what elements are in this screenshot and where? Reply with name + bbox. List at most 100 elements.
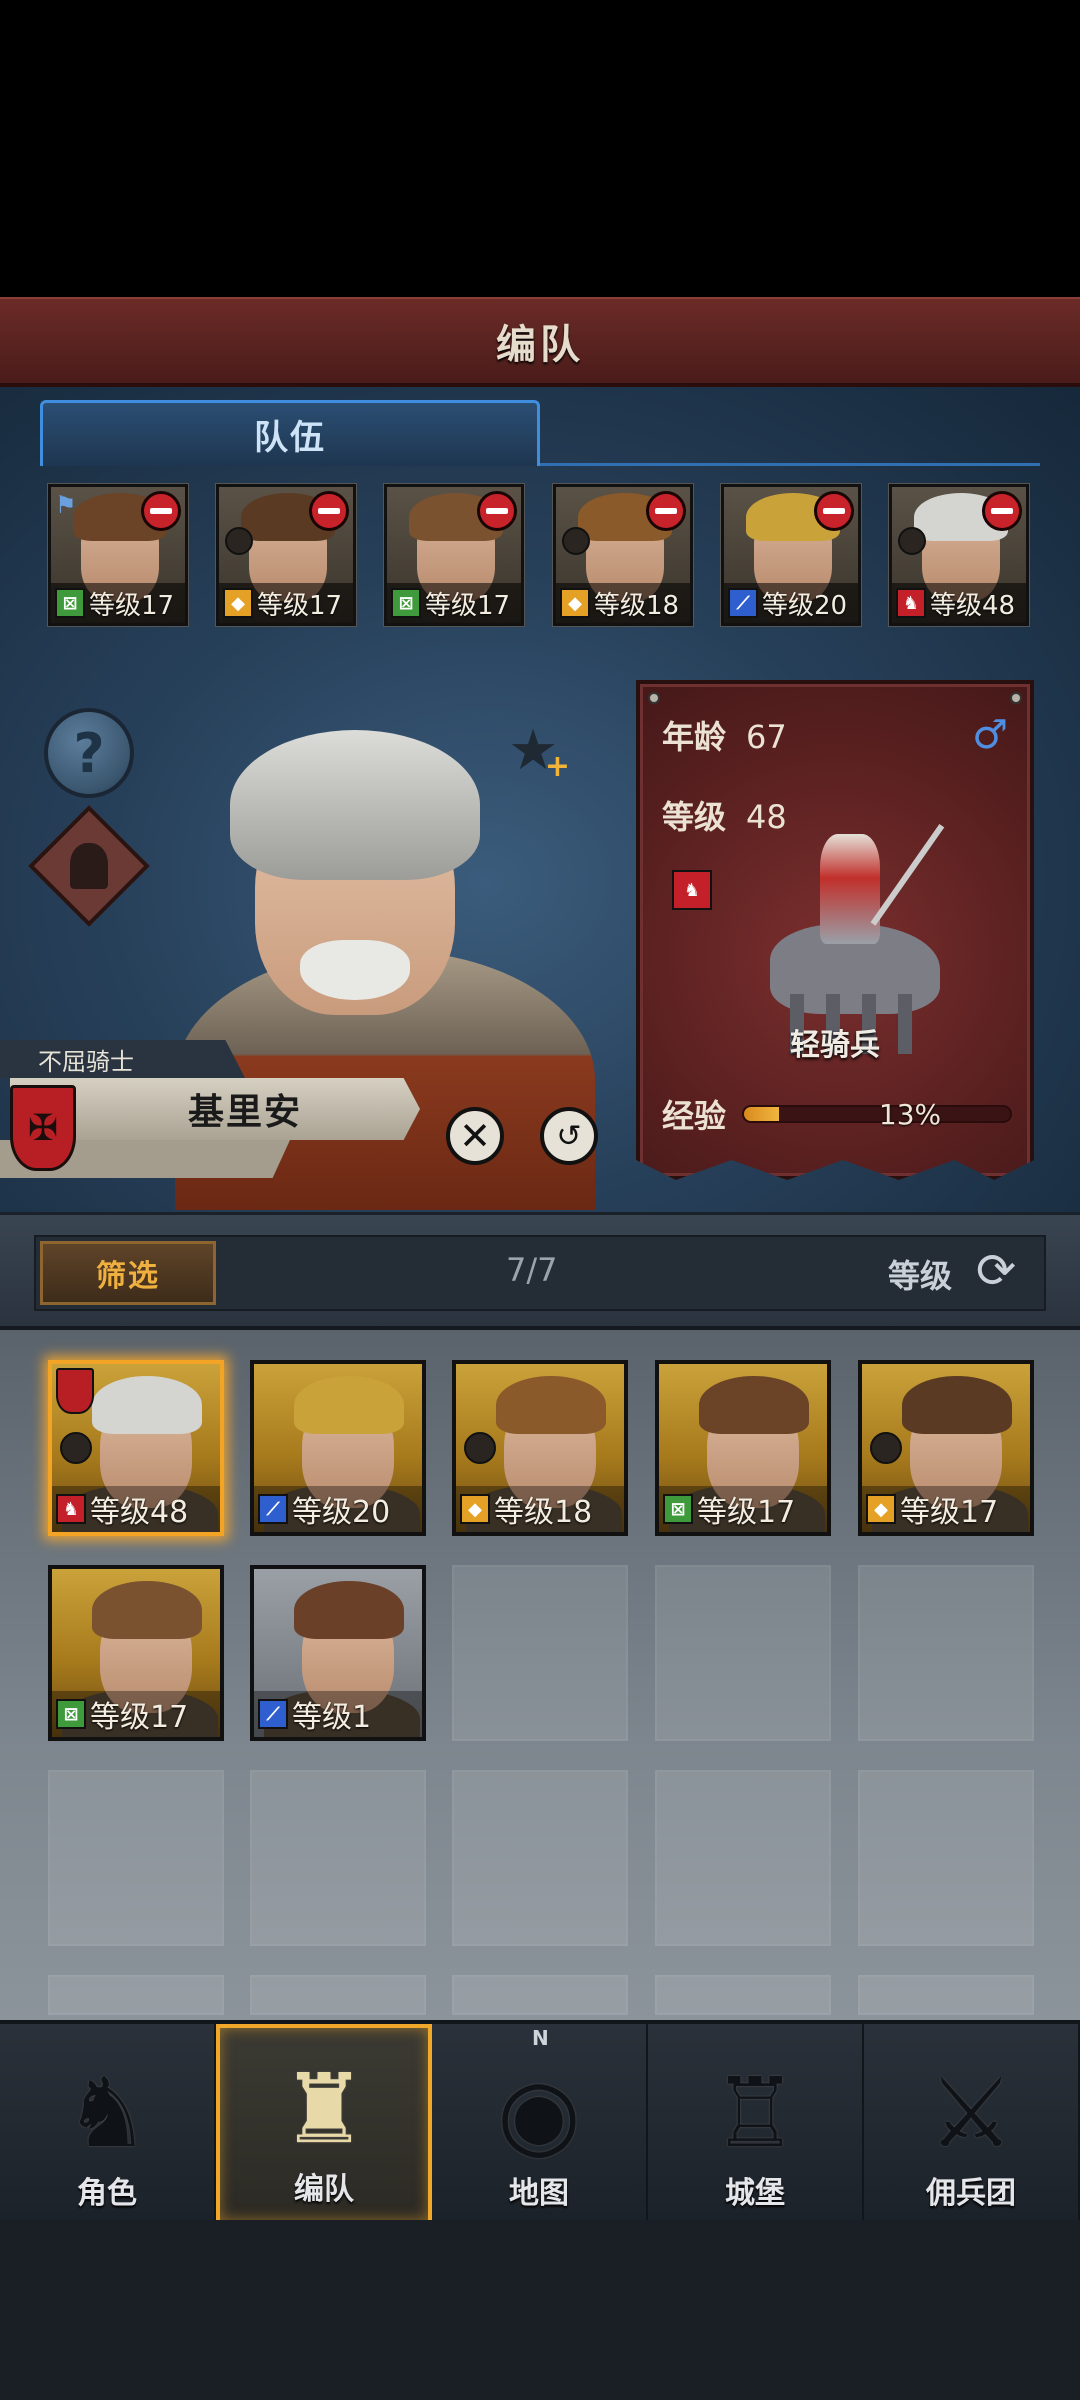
help-button[interactable]: ? <box>44 708 134 798</box>
nav-item[interactable]: N ◉ 地图 <box>432 2024 648 2224</box>
nav-item[interactable]: ♜ 编队 <box>216 2024 432 2224</box>
remove-icon[interactable] <box>141 491 181 531</box>
level-label: 等级 <box>662 798 727 836</box>
shield-class-icon: ◆ <box>866 1494 896 1524</box>
team-slot[interactable]: ◆ 等级18 <box>553 484 693 626</box>
nav-label: 编队 <box>294 2172 354 2207</box>
xp-fill <box>744 1107 779 1121</box>
remove-icon[interactable] <box>477 491 517 531</box>
roster-card[interactable]: ♞ 等级48 <box>48 1360 224 1536</box>
slot-level: 等级17 <box>89 590 175 621</box>
knight-icon <box>70 843 108 889</box>
team-slot[interactable]: ♞ 等级48 <box>889 484 1029 626</box>
archer-class-icon: ⊠ <box>56 1699 86 1729</box>
xp-text-wrap: 13% <box>830 1092 990 1136</box>
hero-beard <box>300 940 410 1000</box>
card-level: 等级1 <box>292 1700 372 1735</box>
age-row: 年龄 67 <box>662 712 787 758</box>
shield-class-icon: ◆ <box>460 1494 490 1524</box>
empty-slot <box>48 1770 224 1946</box>
card-level: 等级18 <box>494 1495 593 1530</box>
rider <box>820 834 880 944</box>
team-slot[interactable]: ⚑ ⊠ 等级17 <box>48 484 188 626</box>
card-footer: ◆ 等级18 <box>456 1486 624 1532</box>
age-label: 年龄 <box>662 718 727 756</box>
remove-icon[interactable] <box>814 491 854 531</box>
card-level: 等级48 <box>90 1495 189 1530</box>
team-slot[interactable]: ⊠ 等级17 <box>384 484 524 626</box>
empty-slot <box>250 1975 426 2015</box>
compass-map-icon: ◉ <box>497 2057 581 2169</box>
unit-illustration <box>750 814 950 1054</box>
title-bar: 编队 <box>0 297 1080 387</box>
formation-helmet-icon: ♜ <box>280 2053 368 2165</box>
team-slot[interactable]: ⟋ 等级20 <box>721 484 861 626</box>
empty-slot <box>250 1770 426 1946</box>
roster-card[interactable]: ⊠ 等级17 <box>48 1565 224 1741</box>
leader-flag-icon: ⚑ <box>55 491 77 519</box>
roster-card[interactable]: ◆ 等级18 <box>452 1360 628 1536</box>
empty-slot <box>452 1565 628 1741</box>
roster-card[interactable]: ⊠ 等级17 <box>655 1360 831 1536</box>
empty-slot <box>655 1565 831 1741</box>
knight-icon <box>898 527 926 555</box>
nav-item[interactable]: ♖ 城堡 <box>648 2024 864 2224</box>
filter-inner: 筛选 7/7 等级 ⟳ <box>34 1235 1046 1311</box>
slot-footer: ⟋ 等级20 <box>724 583 858 623</box>
compass-north-label: N <box>532 2026 549 2050</box>
nav-item[interactable]: ⚔ 佣兵团 <box>864 2024 1080 2224</box>
castle-icon: ♖ <box>711 2057 799 2169</box>
sort-refresh-icon[interactable]: ⟳ <box>968 1243 1024 1299</box>
slot-footer: ⊠ 等级17 <box>387 583 521 623</box>
team-slots: ⚑ ⊠ 等级17 ◆ 等级17 ⊠ 等级17 ◆ 等级18 ⟋ 等级20 ♞ 等级48 <box>48 484 1038 626</box>
hero-hair <box>699 1376 809 1434</box>
tab-team[interactable]: 队伍 <box>40 400 540 466</box>
empty-slot <box>452 1975 628 2015</box>
swap-hero-button[interactable]: ↺ <box>540 1107 598 1165</box>
nav-item[interactable]: ♞ 角色 <box>0 2024 216 2224</box>
system-bar-area <box>0 2220 1080 2400</box>
archer-class-icon: ⊠ <box>391 588 421 618</box>
faction-crest-icon: ✠ <box>10 1085 76 1171</box>
remove-icon[interactable] <box>646 491 686 531</box>
hero-name: 基里安 <box>187 1092 302 1133</box>
faction-crest-icon <box>56 1368 94 1414</box>
card-pin <box>1010 692 1022 704</box>
roster-grid: ♞ 等级48 ⟋ 等级20 ◆ 等级18 ⊠ 等级17 ◆ 等级17 ⊠ 等级17 ⟋ 等级1 <box>0 1330 1080 2020</box>
sword-class-icon: ⟋ <box>728 588 758 618</box>
empty-slot <box>858 1975 1034 2015</box>
mercenary-banner-icon: ⚔ <box>927 2057 1015 2169</box>
knight-icon <box>464 1432 496 1464</box>
roster-card[interactable]: ⟋ 等级1 <box>250 1565 426 1741</box>
hero-hair <box>230 730 480 880</box>
remove-icon[interactable] <box>982 491 1022 531</box>
nav-label: 角色 <box>77 2176 137 2211</box>
knight-icon <box>225 527 253 555</box>
archer-class-icon: ⊠ <box>663 1494 693 1524</box>
filter-button[interactable]: 筛选 <box>40 1241 216 1305</box>
slot-level: 等级20 <box>762 590 848 621</box>
remove-hero-button[interactable]: ✕ <box>446 1107 504 1165</box>
card-level: 等级17 <box>900 1495 999 1530</box>
close-icon: ✕ <box>459 1114 491 1158</box>
filter-bar: 筛选 7/7 等级 ⟳ <box>0 1212 1080 1330</box>
remove-icon[interactable] <box>309 491 349 531</box>
hero-title: 不屈骑士 <box>38 1047 134 1076</box>
hero-hair <box>294 1581 404 1639</box>
sort-label[interactable]: 等级 <box>888 1251 952 1297</box>
knight-icon <box>870 1432 902 1464</box>
slot-footer: ⊠ 等级17 <box>51 583 185 623</box>
roster-card[interactable]: ⟋ 等级20 <box>250 1360 426 1536</box>
empty-slot <box>655 1975 831 2015</box>
empty-slot <box>452 1770 628 1946</box>
status-area <box>0 0 1080 297</box>
team-slot[interactable]: ◆ 等级17 <box>216 484 356 626</box>
nav-label: 地图 <box>509 2176 569 2211</box>
slot-level: 等级17 <box>257 590 343 621</box>
roster-card[interactable]: ◆ 等级17 <box>858 1360 1034 1536</box>
shield-class-icon: ◆ <box>560 588 590 618</box>
shield-class-icon: ◆ <box>223 588 253 618</box>
card-footer: ⟋ 等级20 <box>254 1486 422 1532</box>
card-level: 等级17 <box>90 1700 189 1735</box>
swap-icon: ↺ <box>556 1118 582 1154</box>
